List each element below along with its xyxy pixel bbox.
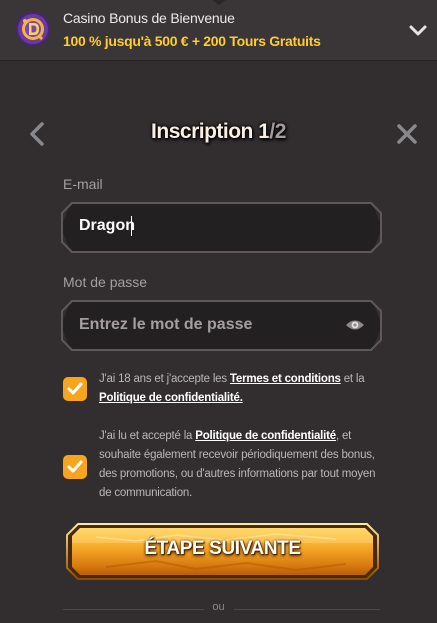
terms-checkbox[interactable] — [63, 377, 87, 401]
banner-offer: 100 % jusqu'à 500 € + 200 Tours Gratuits — [63, 33, 321, 49]
welcome-bonus-banner[interactable]: Casino Bonus de Bienvenue 100 % jusqu'à … — [0, 0, 437, 61]
step-title-main: Inscription 1 — [151, 120, 270, 143]
privacy-policy-link[interactable]: Politique de confidentialité. — [99, 392, 243, 404]
banner-title: Casino Bonus de Bienvenue — [63, 10, 235, 26]
next-step-button[interactable]: ÉTAPE SUIVANTE — [66, 523, 379, 580]
terms-text-before: J'ai 18 ans et j'accepte les — [99, 373, 230, 385]
check-icon — [67, 460, 83, 473]
step-title-total: 2 — [274, 120, 287, 143]
close-icon[interactable] — [394, 121, 420, 147]
email-field-value[interactable]: Dragon — [79, 217, 135, 235]
banner-notch — [212, 0, 226, 5]
dragon-coin-logo — [16, 12, 50, 46]
password-field-placeholder[interactable]: Entrez le mot de passe — [79, 316, 252, 334]
step-title: Inscription 1/2 — [0, 120, 437, 144]
terms-text-middle: et la — [340, 373, 365, 385]
password-label: Mot de passe — [63, 274, 148, 290]
terms-link[interactable]: Termes et conditions — [230, 373, 341, 385]
privacy-policy-link-2[interactable]: Politique de confidentialité — [195, 430, 336, 442]
registration-screen: Casino Bonus de Bienvenue 100 % jusqu'à … — [0, 0, 437, 623]
marketing-checkbox[interactable] — [63, 455, 87, 479]
divider-line-right — [234, 609, 380, 610]
marketing-text-before: J'ai lu et accepté la — [99, 430, 196, 442]
next-step-button-label[interactable]: ÉTAPE SUIVANTE — [66, 538, 379, 560]
text-caret — [131, 216, 132, 236]
terms-consent-text: J'ai 18 ans et j'accepte les Termes et c… — [99, 370, 389, 408]
divider-text: ou — [212, 601, 225, 613]
check-icon — [67, 382, 83, 395]
chevron-down-icon[interactable] — [407, 19, 429, 41]
eye-icon[interactable] — [345, 318, 365, 332]
email-label: E-mail — [63, 176, 103, 192]
marketing-consent-text: J'ai lu et accepté la Politique de confi… — [99, 427, 389, 503]
